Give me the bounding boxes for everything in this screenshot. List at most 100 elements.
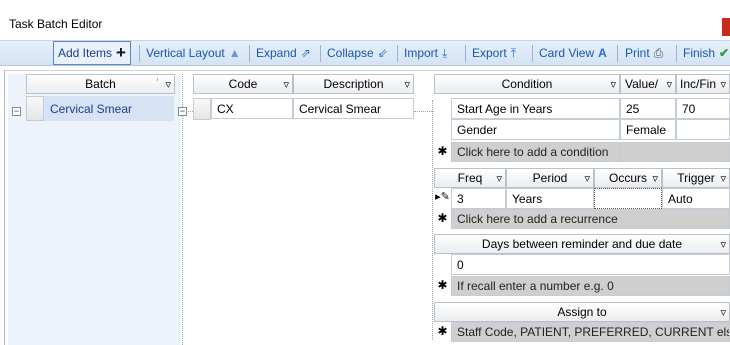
add-condition-row[interactable]: Click here to add a condition: [451, 142, 620, 162]
sort-indicator-icon: ′: [156, 77, 158, 87]
filter-icon[interactable]: ▿: [496, 172, 502, 185]
tree-connector: [432, 100, 433, 340]
batch-row-cervical-smear[interactable]: Cervical Smear: [44, 96, 174, 121]
period-cell[interactable]: Years: [506, 188, 594, 209]
toolbar-separator: [676, 45, 677, 62]
collapse-code-expander[interactable]: −: [178, 107, 187, 116]
filter-icon[interactable]: ▿: [283, 78, 289, 91]
expand-button[interactable]: Expand ⇗: [252, 41, 315, 65]
code-cell[interactable]: CX: [211, 98, 293, 119]
reminder-days-cell[interactable]: 0: [451, 254, 730, 275]
description-cell[interactable]: Cervical Smear: [293, 98, 414, 119]
filter-icon[interactable]: ▿: [720, 306, 726, 319]
collapse-label: Collapse: [327, 46, 374, 60]
add-reminder-row[interactable]: If recall enter a number e.g. 0: [451, 276, 730, 296]
toolbar-separator: [320, 45, 321, 62]
assign-to-column-header[interactable]: Assign to ▿: [434, 302, 730, 322]
batch-name: Cervical Smear: [50, 101, 133, 116]
freq-column-header[interactable]: Freq ▿: [434, 168, 506, 188]
add-condition-label: Click here to add a condition: [457, 145, 609, 159]
trigger-cell[interactable]: Auto: [662, 188, 730, 209]
condition-header-label: Condition: [501, 77, 553, 91]
chevron-up-circle-icon: ▲: [228, 46, 241, 60]
filter-icon[interactable]: ▿: [720, 172, 726, 185]
add-assignee-row[interactable]: Staff Code, PATIENT, PREFERRED, CURRENT …: [451, 322, 730, 342]
expand-arrows-icon: ⇗: [300, 46, 311, 60]
collapse-batch-expander[interactable]: −: [12, 107, 21, 116]
value-column-header[interactable]: Value/ ▿: [620, 74, 676, 94]
toolbar-separator: [532, 45, 533, 62]
reminder-header-label: Days between reminder and due date: [481, 237, 683, 251]
checkmark-icon: ✔: [719, 46, 730, 60]
batch-column-header[interactable]: Batch ′ ▿: [26, 74, 175, 94]
condition-value-cell[interactable]: Female: [620, 119, 676, 140]
filter-icon[interactable]: ▿: [720, 238, 726, 251]
toolbar: Add Items + Vertical Layout ▲ Expand ⇗ C…: [0, 40, 730, 66]
toolbar-separator: [397, 45, 398, 62]
freq-cell[interactable]: 3: [451, 188, 506, 209]
card-view-icon: A: [598, 46, 607, 60]
edit-row-pencil-icon: ▸✎: [435, 191, 450, 203]
period-column-header[interactable]: Period ▿: [506, 168, 594, 188]
collapse-button[interactable]: Collapse ⇙: [323, 41, 392, 65]
condition-cell[interactable]: Gender: [451, 119, 620, 140]
toolbar-separator: [139, 45, 140, 62]
add-recurrence-row[interactable]: Click here to add a recurrence: [451, 209, 730, 229]
add-items-label: Add Items: [58, 46, 113, 60]
row-selector[interactable]: [26, 96, 44, 121]
filter-icon[interactable]: ▿: [652, 172, 658, 185]
toolbar-separator: [249, 45, 250, 62]
filter-icon[interactable]: ▿: [584, 172, 590, 185]
trigger-column-header[interactable]: Trigger ▿: [662, 168, 730, 188]
filter-icon[interactable]: ▿: [404, 78, 410, 91]
finish-button[interactable]: Finish ✔: [679, 41, 730, 65]
new-row-asterisk-icon: ✱: [437, 211, 448, 225]
code-header-label: Code: [228, 77, 258, 91]
collapse-arrows-icon: ⇙: [377, 46, 388, 60]
occurs-header-label: Occurs: [608, 171, 647, 185]
occurs-column-header[interactable]: Occurs ▿: [594, 168, 662, 188]
add-assignee-label: Staff Code, PATIENT, PREFERRED, CURRENT …: [457, 325, 730, 339]
import-button[interactable]: Import ⤓: [400, 41, 451, 65]
add-reminder-label: If recall enter a number e.g. 0: [457, 279, 614, 293]
vertical-layout-label: Vertical Layout: [146, 46, 225, 60]
batch-header-label: Batch: [85, 77, 116, 91]
export-label: Export: [472, 46, 507, 60]
condition-cell[interactable]: Start Age in Years: [451, 98, 620, 119]
card-view-button[interactable]: Card View A: [535, 41, 611, 65]
condition-value-text: Female: [626, 122, 667, 137]
add-items-button[interactable]: Add Items +: [53, 41, 131, 65]
vertical-layout-button[interactable]: Vertical Layout ▲: [142, 41, 245, 65]
period-header-label: Period: [532, 171, 568, 185]
condition-value-cell[interactable]: 25: [620, 98, 676, 119]
condition-incfin-cell[interactable]: [676, 119, 730, 140]
card-view-label: Card View: [539, 46, 595, 60]
condition-value: Gender: [457, 122, 498, 137]
filter-icon[interactable]: ▿: [610, 78, 616, 91]
window-title: Task Batch Editor: [9, 17, 103, 31]
filter-icon[interactable]: ▿: [165, 78, 171, 91]
occurs-cell[interactable]: [594, 188, 662, 209]
condition-value: Start Age in Years: [457, 101, 553, 116]
new-row-asterisk-icon: ✱: [437, 324, 448, 338]
new-row-asterisk-icon: ✱: [437, 278, 448, 292]
filter-icon[interactable]: ▿: [666, 78, 672, 91]
period-value: Years: [512, 191, 543, 206]
plus-icon: +: [116, 43, 126, 62]
incfin-column-header[interactable]: Inc/Fin ▿: [676, 74, 730, 94]
description-header-label: Description: [323, 77, 384, 91]
export-button[interactable]: Export ⤒: [468, 41, 520, 65]
add-condition-row-filler[interactable]: [620, 142, 730, 162]
reminder-column-header[interactable]: Days between reminder and due date ▿: [434, 234, 730, 254]
row-selector[interactable]: [193, 98, 211, 120]
finish-label: Finish: [683, 46, 716, 60]
toolbar-separator: [465, 45, 466, 62]
filter-icon[interactable]: ▿: [720, 78, 726, 91]
code-column-header[interactable]: Code ▿: [193, 74, 293, 94]
close-button[interactable]: [722, 18, 730, 36]
code-value: CX: [217, 101, 234, 116]
description-column-header[interactable]: Description ▿: [293, 74, 414, 94]
condition-column-header[interactable]: Condition ▿: [434, 74, 620, 94]
print-button[interactable]: Print ⎙: [621, 41, 667, 65]
condition-incfin-cell[interactable]: 70: [676, 98, 730, 119]
